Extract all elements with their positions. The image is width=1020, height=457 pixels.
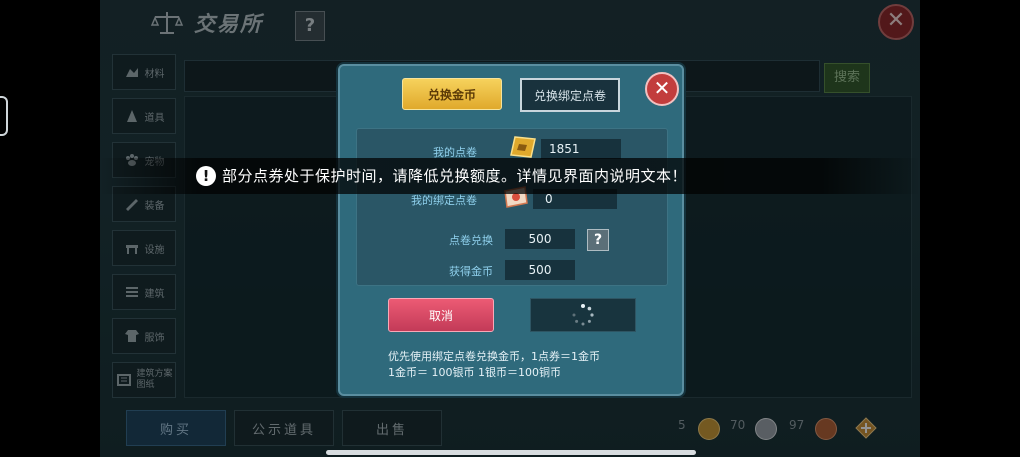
exchange-help-button[interactable]: ? xyxy=(587,229,609,251)
gain-gold-label: 获得金币 xyxy=(449,265,493,278)
dialog-close-button[interactable]: ✕ xyxy=(645,72,679,106)
confirm-button-loading[interactable] xyxy=(530,298,636,332)
exchange-amount-label: 点卷兑换 xyxy=(449,234,493,247)
exchange-form: 我的点卷 1851 我的绑定点卷 0 点卷兑换 500 ? 获得金币 500 xyxy=(356,128,668,286)
home-indicator[interactable] xyxy=(326,450,696,455)
right-letterbox xyxy=(920,0,1020,457)
exchange-dialog: 兑换金币 兑换绑定点卷 ✕ 我的点卷 1851 我的绑定点卷 0 点卷兑换 50… xyxy=(338,64,684,396)
gain-gold-value: 500 xyxy=(505,260,575,280)
bound-coupon-label: 我的绑定点卷 xyxy=(411,194,477,207)
side-handle[interactable] xyxy=(0,96,8,136)
exchange-note-line1: 优先使用绑定点卷兑换金币，1点券＝1金币 xyxy=(388,350,600,363)
tab-exchange-bound-coupon[interactable]: 兑换绑定点卷 xyxy=(520,78,620,112)
gold-coupon-icon xyxy=(510,136,536,158)
exchange-amount-input[interactable]: 500 xyxy=(505,229,575,249)
loading-spinner-icon xyxy=(572,304,594,326)
tab-exchange-gold[interactable]: 兑换金币 xyxy=(402,78,502,110)
left-letterbox xyxy=(0,0,100,457)
my-coupon-value: 1851 xyxy=(541,139,621,159)
cancel-button[interactable]: 取消 xyxy=(388,298,494,332)
toast-message: 部分点券处于保护时间，请降低兑换额度。详情见界面内说明文本！ xyxy=(222,167,688,185)
exchange-note-line2: 1金币＝ 100银币 1银币＝100铜币 xyxy=(388,366,561,379)
warning-icon: ! xyxy=(196,166,216,186)
